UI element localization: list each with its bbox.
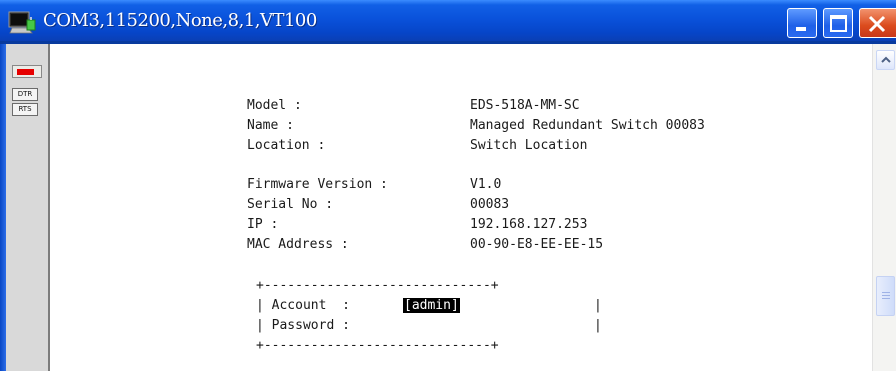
signal-toolbar: DTR RTS: [0, 44, 50, 371]
info-label-model: Model :: [247, 98, 302, 113]
login-box-right-edge: |: [594, 318, 602, 333]
vertical-scrollbar[interactable]: [872, 44, 896, 371]
grip-line: [882, 298, 890, 299]
dtr-button[interactable]: DTR: [12, 88, 38, 101]
info-value-ip: 192.168.127.253: [470, 217, 588, 232]
rts-button[interactable]: RTS: [12, 103, 38, 116]
terminal-screen[interactable]: Model : EDS-518A-MM-SC Name : Managed Re…: [50, 44, 872, 371]
info-value-name: Managed Redundant Switch 00083: [470, 118, 705, 133]
maximize-button[interactable]: [823, 8, 853, 38]
chevron-up-icon: [881, 56, 891, 63]
info-value-location: Switch Location: [470, 138, 588, 153]
minimize-icon: [796, 27, 806, 31]
info-label-firmware: Firmware Version :: [247, 177, 388, 192]
minimize-button[interactable]: [787, 8, 817, 38]
info-label-location: Location :: [247, 138, 326, 153]
login-box-top-border: +-----------------------------+: [256, 278, 499, 293]
maximize-icon: [830, 15, 847, 32]
info-label-name: Name :: [247, 118, 294, 133]
info-value-serial: 00083: [470, 197, 510, 212]
login-password-label: | Password :: [256, 318, 350, 333]
login-account-label: | Account :: [256, 298, 358, 313]
status-led-icon: [12, 65, 42, 78]
info-label-ip: IP :: [247, 217, 279, 232]
grip-line: [882, 295, 890, 296]
title-bar[interactable]: COM3,115200,None,8,1,VT100: [0, 0, 896, 44]
close-button[interactable]: [859, 8, 896, 38]
login-box-right-edge: |: [594, 298, 602, 313]
grip-line: [882, 292, 890, 293]
window-title: COM3,115200,None,8,1,VT100: [43, 10, 317, 31]
info-label-serial: Serial No :: [247, 197, 334, 212]
info-value-mac: 00-90-E8-EE-EE-15: [470, 237, 604, 252]
window-frame-edge: [0, 44, 6, 371]
info-value-firmware: V1.0: [470, 177, 502, 192]
terminal-app-icon: [8, 11, 36, 34]
scroll-up-button[interactable]: [876, 50, 895, 70]
info-value-model: EDS-518A-MM-SC: [470, 98, 580, 113]
info-label-mac: MAC Address :: [247, 237, 349, 252]
login-box-bottom-border: +-----------------------------+: [256, 338, 499, 353]
led-indicator: [17, 69, 34, 75]
close-icon: [868, 15, 886, 33]
account-input[interactable]: [admin]: [403, 298, 460, 313]
scroll-thumb[interactable]: [876, 276, 895, 316]
